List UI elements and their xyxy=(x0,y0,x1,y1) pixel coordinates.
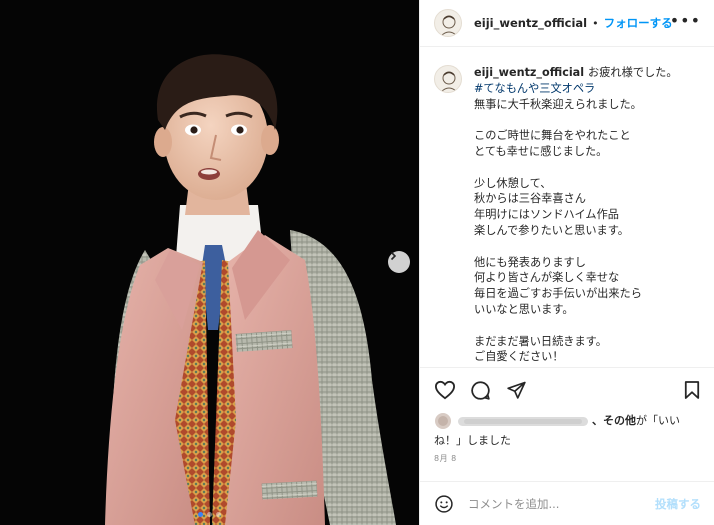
header-username-link[interactable]: eiji_wentz_official xyxy=(474,16,587,30)
more-options-icon[interactable]: ••• xyxy=(670,13,701,29)
paper-plane-icon[interactable] xyxy=(506,380,527,400)
post-header: eiji_wentz_official • フォローする ••• xyxy=(420,0,714,47)
post-comment-button[interactable]: 投稿する xyxy=(655,496,701,512)
avatar-sketch-icon xyxy=(440,15,458,36)
comment-bubble-icon[interactable] xyxy=(470,380,491,401)
caption-first-line: お疲れ様でした。 xyxy=(588,66,678,79)
comment-input[interactable]: コメントを追加... xyxy=(468,496,655,512)
caption-line: 無事に大千秋楽迎えられました。 xyxy=(474,97,642,111)
caption-line: まだまだ暑い日続きます。 xyxy=(474,334,607,348)
likes-others-link[interactable]: 、その他 xyxy=(592,414,636,427)
follow-button[interactable]: フォローする xyxy=(604,15,673,31)
caption-line: 年明けにはソンドハイム作品 xyxy=(474,208,619,222)
carousel-next-button[interactable] xyxy=(388,251,410,273)
hashtag-link[interactable]: #てなもんや三文オペラ xyxy=(474,81,678,97)
caption-avatar[interactable] xyxy=(434,65,462,93)
caption-text: eiji_wentz_official お疲れ様でした。 #てなもんや三文オペラ … xyxy=(474,65,678,367)
caption-line: 何より皆さんが楽しく幸せな xyxy=(474,271,620,285)
likes-summary: 、その他が「いい ね！」しました xyxy=(434,410,704,449)
carousel-dot xyxy=(207,512,212,517)
bookmark-icon[interactable] xyxy=(684,380,700,400)
blurred-liker-avatars xyxy=(435,413,588,429)
avatar[interactable] xyxy=(434,9,462,37)
heart-icon[interactable] xyxy=(434,380,456,400)
likes-end-text: ね！」しました xyxy=(434,434,511,447)
likes-middle-text: が「いい xyxy=(636,414,680,427)
caption-line: とても幸せに感じました。 xyxy=(474,144,608,158)
caption-line: ご自愛ください！ xyxy=(474,350,564,364)
comment-box: コメントを追加... 投稿する xyxy=(420,481,714,525)
header-separator: • xyxy=(592,16,599,30)
caption-line: このご時世に舞台をやれたこと xyxy=(474,129,631,143)
carousel-dots xyxy=(0,512,419,517)
caption-line: いいなと思います。 xyxy=(474,302,574,316)
action-bar xyxy=(420,367,714,409)
caption-line: 他にも発表ありますし xyxy=(474,255,586,269)
carousel-dot-active xyxy=(198,512,203,517)
caption-area: eiji_wentz_official お疲れ様でした。 #てなもんや三文オペラ … xyxy=(420,47,714,367)
post-side-panel: eiji_wentz_official • フォローする ••• eiji_we… xyxy=(419,0,714,525)
caption-line: 少し休憩して、 xyxy=(474,176,552,190)
caption-username-link[interactable]: eiji_wentz_official xyxy=(474,66,584,79)
post-photo[interactable] xyxy=(0,0,419,525)
avatar-sketch-icon xyxy=(440,71,458,92)
actor-photo-illustration xyxy=(105,54,396,525)
carousel-dot xyxy=(216,512,221,517)
smile-icon[interactable] xyxy=(434,494,454,514)
chevron-right-icon xyxy=(390,251,397,261)
caption-line: 毎日を過ごすお手伝いが出来たら xyxy=(474,287,642,301)
caption-line: 楽しんで参りたいと思います。 xyxy=(474,223,629,237)
post-date[interactable]: 8月 8 xyxy=(434,453,457,464)
caption-line: 秋からは三谷幸喜さん xyxy=(474,192,586,206)
